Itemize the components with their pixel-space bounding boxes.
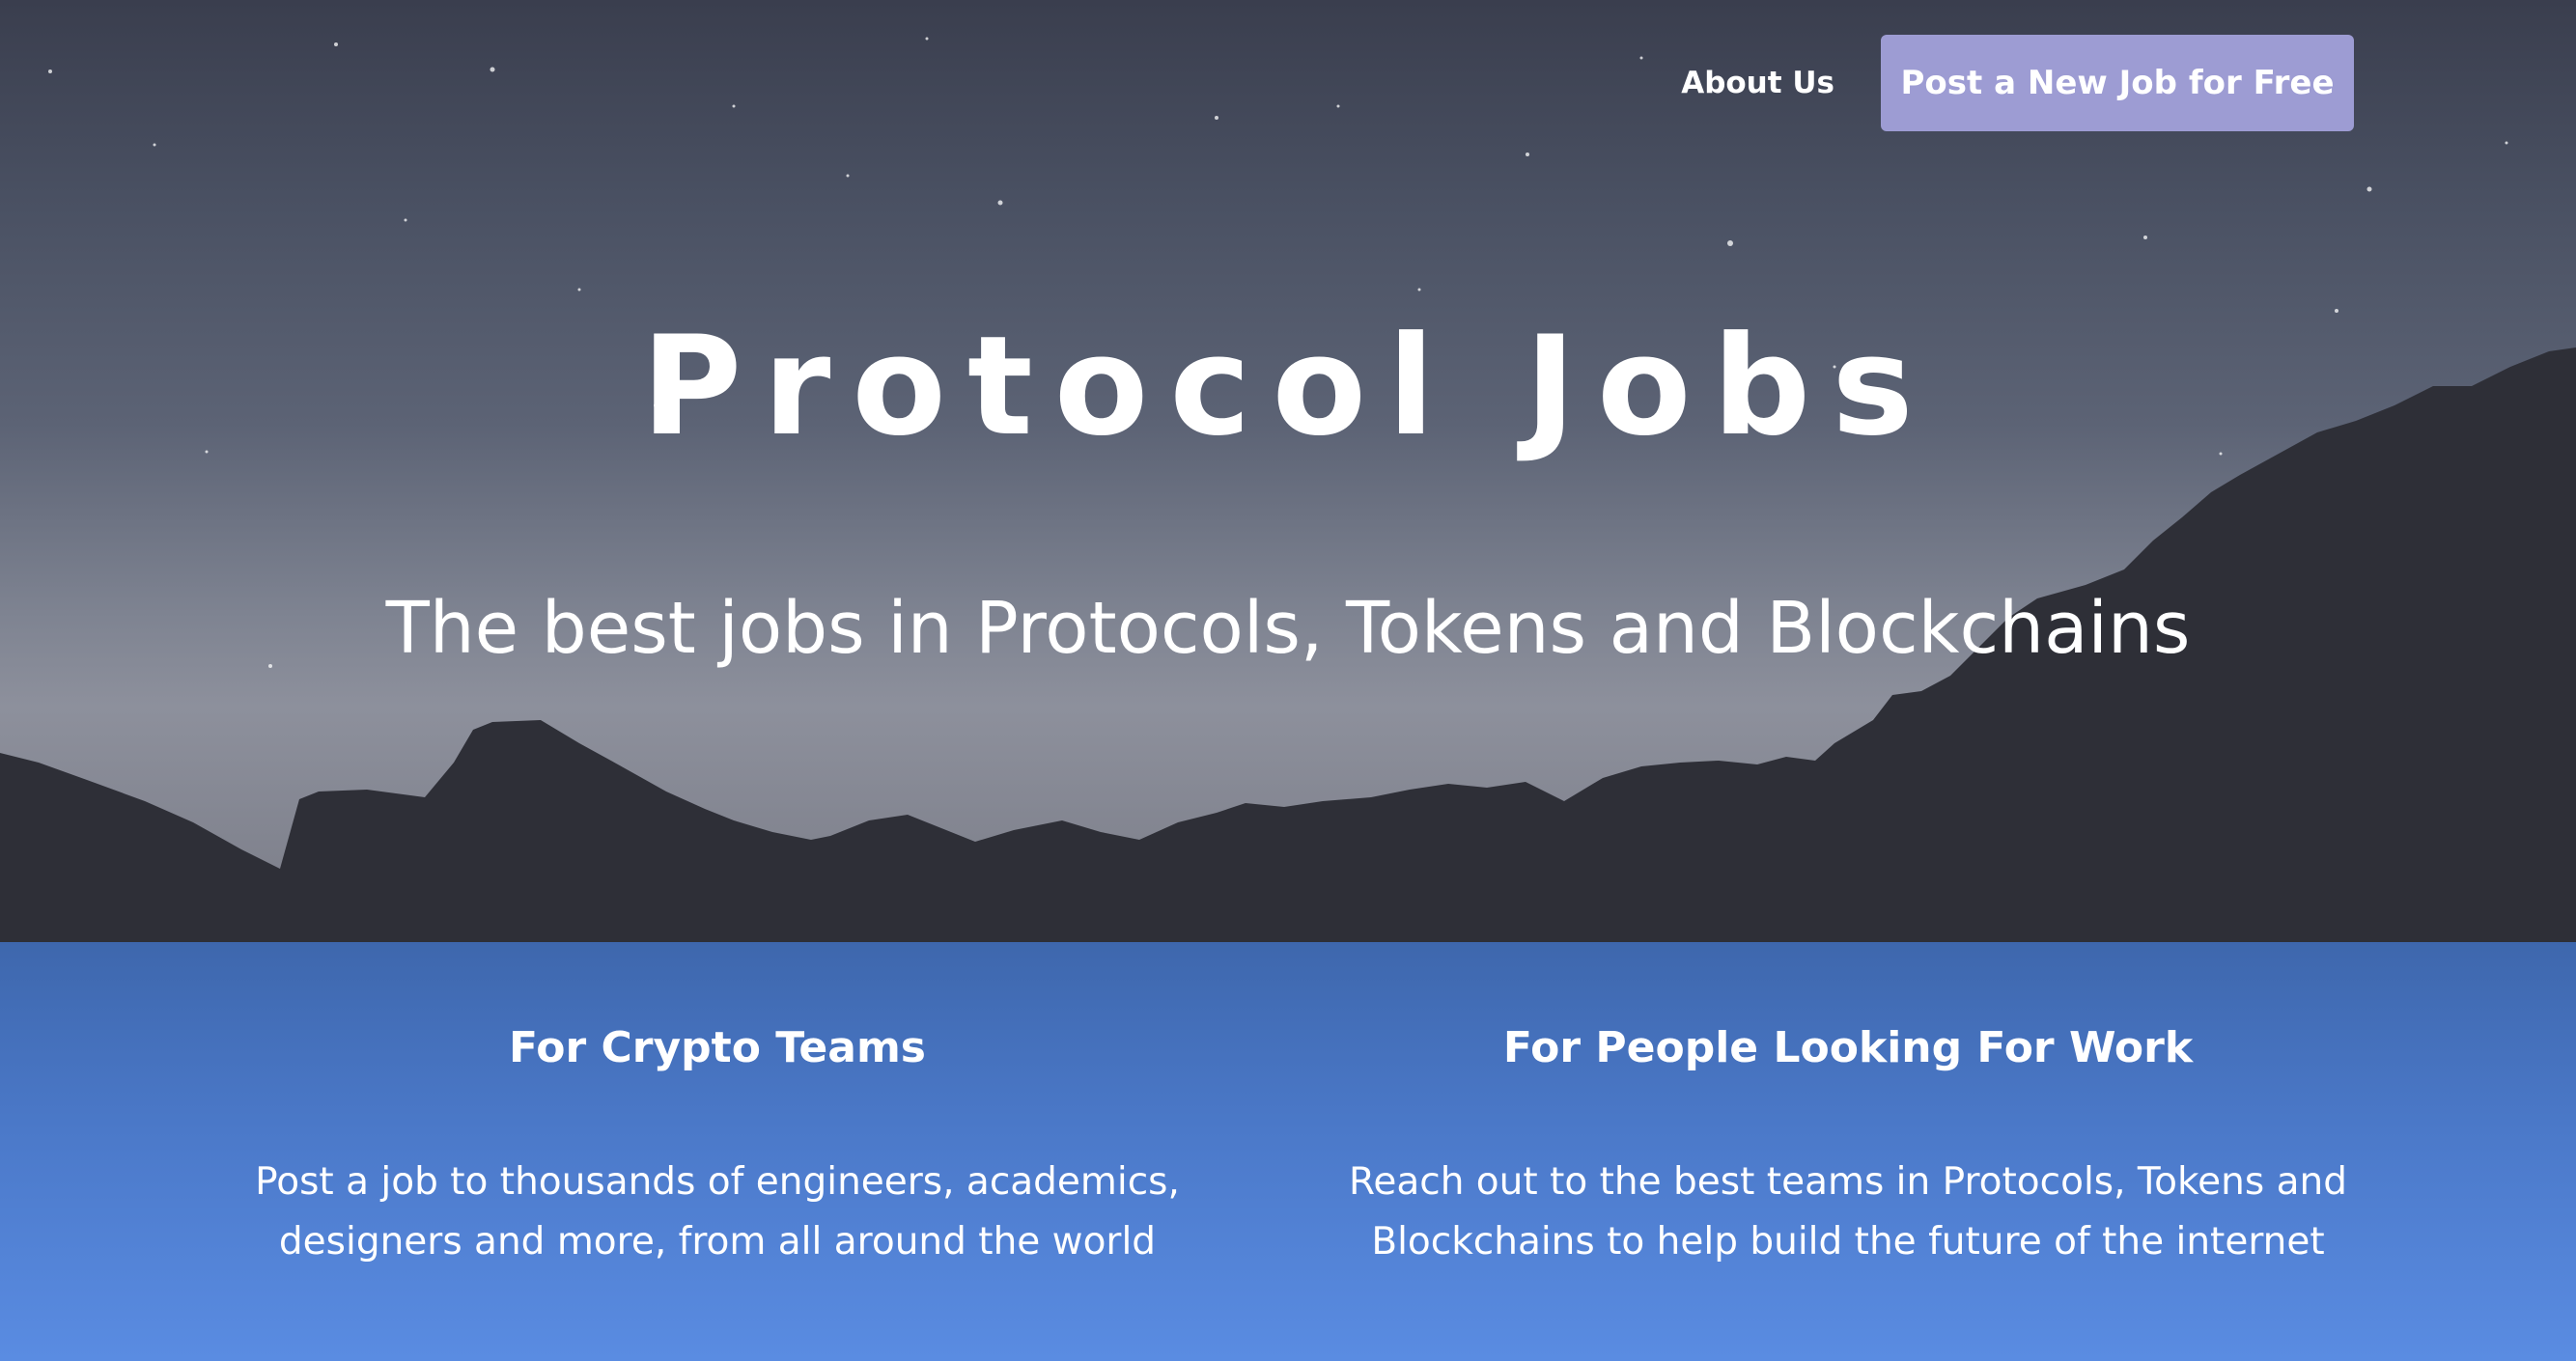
page-subtitle: The best jobs in Protocols, Tokens and B… [385,587,2191,670]
night-sky-mountains-image [0,37,2576,942]
features-section: For Crypto Teams Post a job to thousands… [0,942,2576,1361]
job-seekers-heading: For People Looking For Work [1502,1023,2194,1072]
job-seekers-line-1: Reach out to the best teams in Protocols… [1349,1160,2347,1204]
job-seekers-line-2: Blockchains to help build the future of … [1371,1220,2325,1264]
page-title: Protocol Jobs [641,307,1935,466]
job-seekers-description: Reach out to the best teams in Protocols… [1346,1153,2350,1272]
about-us-link[interactable]: About Us [1681,66,1834,100]
post-new-job-button[interactable]: Post a New Job for Free [1881,35,2354,131]
top-nav: About Us Post a New Job for Free [1681,35,2354,131]
crypto-teams-description: Post a job to thousands of engineers, ac… [236,1153,1199,1272]
crypto-teams-heading: For Crypto Teams [508,1023,926,1072]
crypto-teams-line-2: designers and more, from all around the … [278,1220,1157,1264]
crypto-teams-line-1: Post a job to thousands of engineers, ac… [255,1160,1180,1204]
hero-section: About Us Post a New Job for Free Protoco… [0,0,2576,942]
